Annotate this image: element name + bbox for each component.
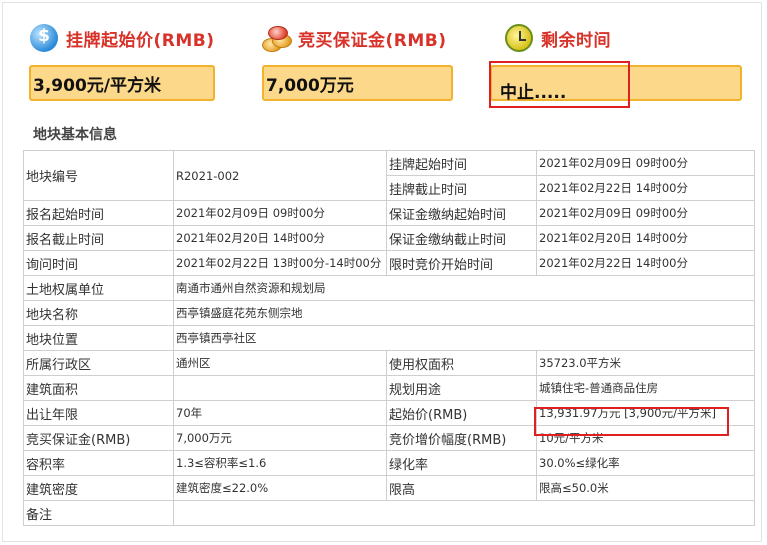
price-label: 挂牌起始价(RMB) xyxy=(66,30,215,51)
table-row: 询问时间 2021年02月22日 13时00分-14时00分 限时竞价开始时间 … xyxy=(23,250,755,276)
key-cell: 挂牌截止时间 xyxy=(386,175,537,201)
table-row: 建筑面积 规划用途 城镇住宅-普通商品住房 xyxy=(23,375,755,401)
start-price-highlight xyxy=(534,407,729,436)
key-cell: 使用权面积 xyxy=(386,350,537,376)
price-value-box: 3,900元/平方米 xyxy=(29,65,215,101)
price-header: 挂牌起始价(RMB) xyxy=(30,24,215,52)
value-cell: 1.3≤容积率≤1.6 xyxy=(173,450,387,476)
key-cell: 建筑面积 xyxy=(23,375,174,401)
value-cell: 城镇住宅-普通商品住房 xyxy=(536,375,755,401)
table-row: 地块位置 西亭镇西亭社区 xyxy=(23,325,755,351)
value-cell: 建筑密度≤22.0% xyxy=(173,475,387,501)
value-cell: 2021年02月20日 14时00分 xyxy=(536,225,755,251)
dollar-icon xyxy=(30,24,58,52)
key-cell: 绿化率 xyxy=(386,450,537,476)
value-cell: 西亭镇西亭社区 xyxy=(173,325,755,351)
time-label: 剩余时间 xyxy=(541,30,611,51)
key-cell: 备注 xyxy=(23,500,174,526)
deposit-label: 竞买保证金(RMB) xyxy=(298,30,447,51)
key-cell: 所属行政区 xyxy=(23,350,174,376)
key-cell: 报名起始时间 xyxy=(23,200,174,226)
table-row: 备注 xyxy=(23,500,755,526)
key-cell: 询问时间 xyxy=(23,250,174,276)
key-cell: 容积率 xyxy=(23,450,174,476)
key-cell: 规划用途 xyxy=(386,375,537,401)
key-cell: 土地权属单位 xyxy=(23,275,174,301)
table-row: 报名起始时间 2021年02月09日 09时00分 保证金缴纳起始时间 2021… xyxy=(23,200,755,226)
value-cell: 2021年02月09日 09时00分 xyxy=(536,150,755,176)
deposit-header: 竞买保证金(RMB) xyxy=(262,24,447,52)
price-value: 3,900元/平方米 xyxy=(33,75,161,96)
value-cell: 南通市通州自然资源和规划局 xyxy=(173,275,755,301)
table-row: 报名截止时间 2021年02月20日 14时00分 保证金缴纳截止时间 2021… xyxy=(23,225,755,251)
value-cell: 2021年02月20日 14时00分 xyxy=(173,225,387,251)
value-cell: 通州区 xyxy=(173,350,387,376)
value-cell: 70年 xyxy=(173,400,387,426)
section-title: 地块基本信息 xyxy=(33,127,117,143)
key-cell: 建筑密度 xyxy=(23,475,174,501)
deposit-value: 7,000万元 xyxy=(266,75,354,96)
key-cell: 限高 xyxy=(386,475,537,501)
clock-icon xyxy=(505,24,533,52)
key-cell: 竞价增价幅度(RMB) xyxy=(386,425,537,451)
time-header: 剩余时间 xyxy=(505,24,611,52)
table-row: 地块编号 R2021-002 挂牌起始时间 2021年02月09日 09时00分 xyxy=(23,150,755,201)
key-cell: 地块名称 xyxy=(23,300,174,326)
key-cell: 出让年限 xyxy=(23,400,174,426)
table-row: 容积率 1.3≤容积率≤1.6 绿化率 30.0%≤绿化率 xyxy=(23,450,755,476)
value-cell xyxy=(173,500,755,526)
value-cell: 2021年02月22日 13时00分-14时00分 xyxy=(173,250,387,276)
key-cell: 地块位置 xyxy=(23,325,174,351)
key-cell: 保证金缴纳起始时间 xyxy=(386,200,537,226)
value-cell: 2021年02月22日 14时00分 xyxy=(536,250,755,276)
table-row: 所属行政区 通州区 使用权面积 35723.0平方米 xyxy=(23,350,755,376)
key-cell: 地块编号 xyxy=(23,150,174,201)
key-cell: 竞买保证金(RMB) xyxy=(23,425,174,451)
table-row: 土地权属单位 南通市通州自然资源和规划局 xyxy=(23,275,755,301)
key-cell: 挂牌起始时间 xyxy=(386,150,537,176)
status-value: 中止..... xyxy=(500,83,567,103)
key-cell: 报名截止时间 xyxy=(23,225,174,251)
value-cell: 2021年02月09日 09时00分 xyxy=(536,200,755,226)
value-cell: 西亭镇盛庭花苑东侧宗地 xyxy=(173,300,755,326)
value-cell: R2021-002 xyxy=(173,150,387,201)
key-cell: 保证金缴纳截止时间 xyxy=(386,225,537,251)
deposit-value-box: 7,000万元 xyxy=(262,65,453,101)
key-cell: 限时竞价开始时间 xyxy=(386,250,537,276)
value-cell xyxy=(173,375,387,401)
value-cell: 限高≤50.0米 xyxy=(536,475,755,501)
table-row: 地块名称 西亭镇盛庭花苑东侧宗地 xyxy=(23,300,755,326)
value-cell: 2021年02月09日 09时00分 xyxy=(173,200,387,226)
key-cell: 起始价(RMB) xyxy=(386,400,537,426)
coins-icon xyxy=(262,24,292,52)
value-cell: 35723.0平方米 xyxy=(536,350,755,376)
land-info-table: 地块编号 R2021-002 挂牌起始时间 2021年02月09日 09时00分… xyxy=(23,150,755,526)
value-cell: 30.0%≤绿化率 xyxy=(536,450,755,476)
table-row: 建筑密度 建筑密度≤22.0% 限高 限高≤50.0米 xyxy=(23,475,755,501)
value-cell: 2021年02月22日 14时00分 xyxy=(536,175,755,201)
value-cell: 7,000万元 xyxy=(173,425,387,451)
